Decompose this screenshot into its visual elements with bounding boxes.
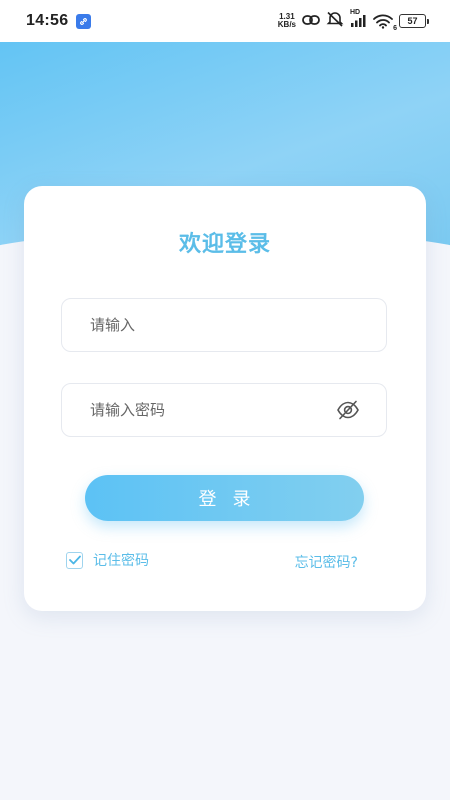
password-field[interactable] bbox=[61, 383, 387, 437]
link-icon bbox=[302, 12, 320, 31]
login-page: 14:56 1.31 KB/s HD 6 57 欢迎登录 请输入 登录 记住密码… bbox=[0, 0, 450, 800]
cell-signal: HD bbox=[350, 9, 367, 28]
network-speed: 1.31 KB/s bbox=[278, 13, 296, 29]
remember-label: 记住密码 bbox=[93, 553, 149, 569]
battery-indicator: 57 bbox=[399, 14, 429, 28]
forgot-password-link[interactable]: 忘记密码? bbox=[295, 552, 358, 572]
login-card: 欢迎登录 登录 记住密码 忘记密码? bbox=[24, 186, 426, 611]
signal-bars-icon bbox=[351, 15, 366, 27]
hd-label: HD bbox=[350, 9, 361, 16]
login-button[interactable]: 登录 bbox=[85, 475, 364, 521]
username-input[interactable] bbox=[88, 315, 360, 335]
mute-icon bbox=[326, 11, 344, 31]
status-right: 1.31 KB/s HD 6 57 bbox=[278, 9, 429, 32]
wifi-indicator: 6 bbox=[373, 14, 397, 32]
checkmark-icon bbox=[68, 555, 81, 565]
status-bar: 14:56 1.31 KB/s HD 6 57 bbox=[0, 0, 450, 42]
status-time: 14:56 bbox=[26, 12, 69, 29]
wifi-icon bbox=[373, 14, 393, 29]
status-left: 14:56 bbox=[26, 12, 92, 30]
remember-checkbox[interactable] bbox=[66, 551, 83, 569]
remember-password-toggle[interactable]: 记住密码 bbox=[66, 550, 149, 570]
wifi-signal-label: 6 bbox=[393, 24, 397, 32]
login-title: 欢迎登录 bbox=[178, 232, 271, 257]
password-input[interactable] bbox=[88, 400, 336, 420]
eye-off-icon[interactable] bbox=[336, 398, 360, 422]
username-field[interactable] bbox=[61, 298, 387, 352]
battery-level: 57 bbox=[407, 16, 418, 26]
link-app-icon bbox=[76, 13, 92, 29]
network-speed-unit: KB/s bbox=[277, 20, 296, 29]
